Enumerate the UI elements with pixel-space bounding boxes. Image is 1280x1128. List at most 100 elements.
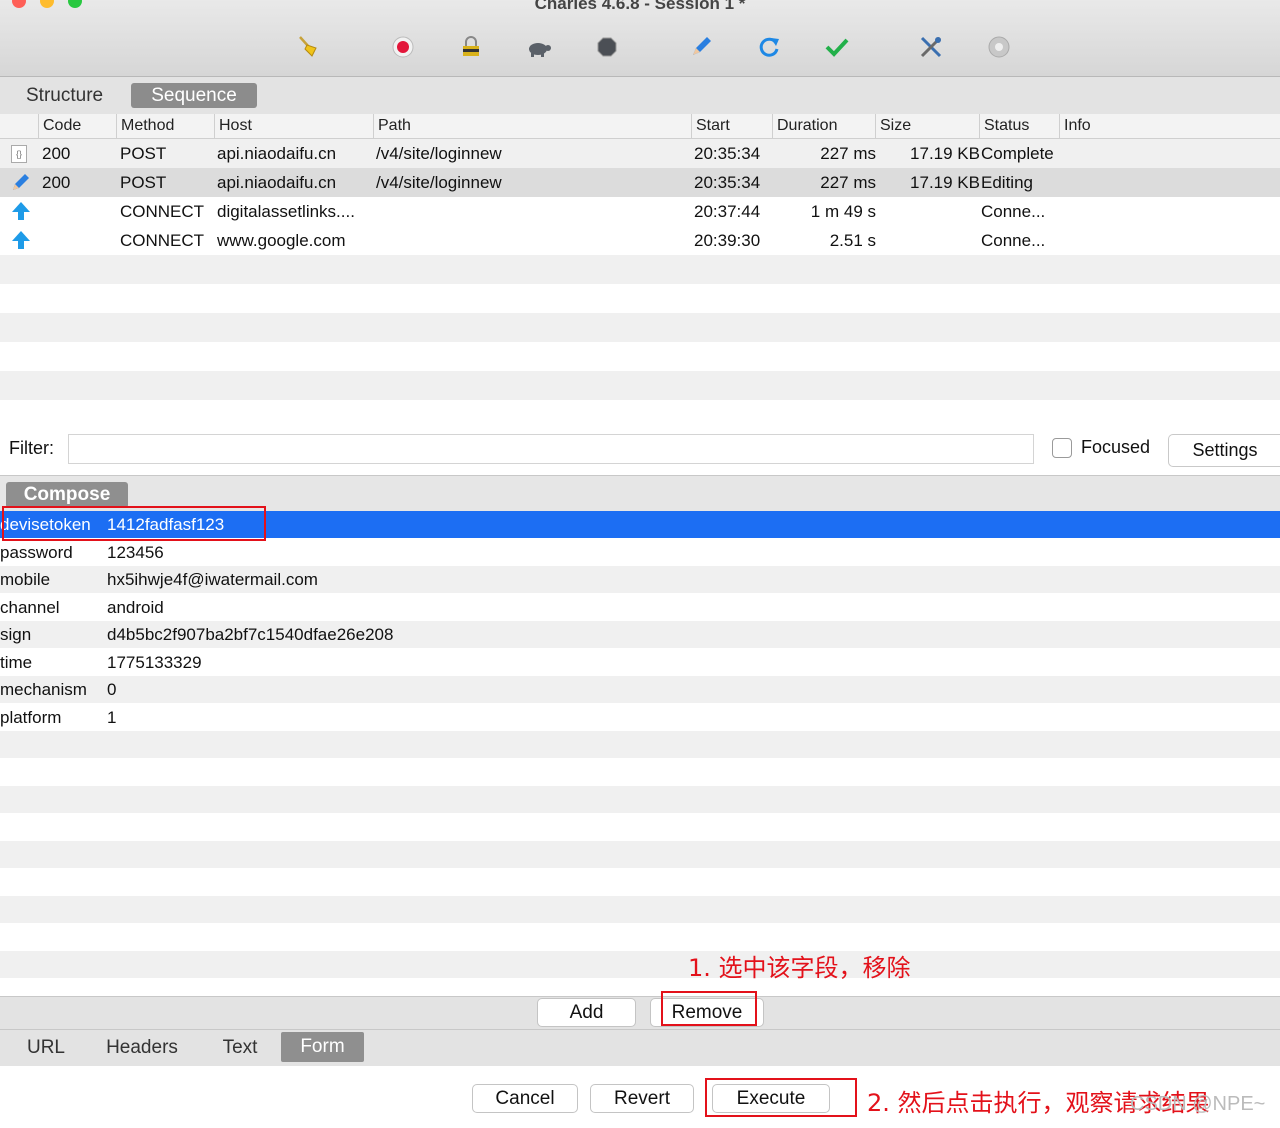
upload-arrow-icon (10, 200, 32, 227)
row-status: Conne... (981, 202, 1046, 221)
row-host: digitalassetlinks.... (217, 202, 355, 221)
column-header-info[interactable]: Info (1059, 114, 1264, 138)
throttle-icon[interactable] (526, 34, 552, 60)
field-name[interactable]: channel (0, 594, 60, 621)
upload-arrow-icon (10, 229, 32, 256)
row-start: 20:37:44 (694, 202, 761, 221)
empty-row (0, 255, 1280, 284)
row-path: /v4/site/loginnew (376, 173, 502, 192)
row-duration: 1 m 49 s (810, 202, 876, 221)
row-host: www.google.com (217, 231, 346, 250)
row-method: CONNECT (120, 231, 205, 250)
row-method: CONNECT (120, 202, 205, 221)
column-header-path[interactable]: Path (373, 114, 694, 138)
row-size: 17.19 KB (910, 144, 980, 163)
session-table-header: Code Method Host Path Start Duration Siz… (0, 114, 1280, 139)
row-path: /v4/site/loginnew (376, 144, 502, 163)
tools-icon[interactable] (918, 34, 944, 60)
field-name[interactable]: platform (0, 704, 61, 731)
empty-row (0, 371, 1280, 400)
row-host: api.niaodaifu.cn (217, 173, 337, 192)
row-host: api.niaodaifu.cn (217, 144, 337, 163)
field-name[interactable]: mechanism (0, 676, 87, 703)
session-row[interactable]: {} 200 POST api.niaodaifu.cn /v4/site/lo… (0, 139, 1280, 168)
form-field-row[interactable]: time 1775133329 (0, 649, 1280, 676)
empty-row (0, 896, 1280, 923)
row-code: 200 (42, 144, 71, 163)
settings-button[interactable]: Settings (1168, 434, 1280, 467)
annotation-step1: 1. 选中该字段，移除 (688, 954, 911, 982)
field-name[interactable]: sign (0, 621, 31, 648)
compose-edit-icon (10, 171, 32, 198)
session-row[interactable]: CONNECT digitalassetlinks.... 20:37:44 1… (0, 197, 1280, 226)
row-start: 20:39:30 (694, 231, 761, 250)
tab-url[interactable]: URL (18, 1030, 74, 1066)
column-header-method[interactable]: Method (116, 114, 217, 138)
column-header-code[interactable]: Code (38, 114, 119, 138)
filter-input[interactable] (68, 434, 1034, 464)
row-status: Conne... (981, 231, 1046, 250)
column-header-status[interactable]: Status (979, 114, 1061, 138)
settings-icon[interactable] (986, 34, 1012, 60)
field-name[interactable]: time (0, 649, 32, 676)
row-status: Editing (981, 173, 1033, 192)
row-size: 17.19 KB (910, 173, 980, 192)
empty-row (0, 313, 1280, 342)
watermark: CSDN @NPE~ (1130, 1093, 1266, 1115)
tab-text[interactable]: Text (214, 1030, 266, 1066)
empty-row (0, 731, 1280, 758)
form-field-row[interactable]: mobile hx5ihwje4f@iwatermail.com (0, 566, 1280, 593)
form-field-row[interactable]: platform 1 (0, 704, 1280, 731)
form-field-row[interactable]: channel android (0, 594, 1280, 621)
tab-headers[interactable]: Headers (102, 1030, 182, 1066)
tab-sequence[interactable]: Sequence (131, 83, 257, 108)
validate-icon[interactable] (824, 34, 850, 60)
repeat-icon[interactable] (756, 34, 782, 60)
breakpoints-icon[interactable] (594, 34, 620, 60)
empty-row (0, 786, 1280, 813)
row-status: Complete (981, 144, 1054, 163)
row-duration: 2.51 s (829, 231, 876, 250)
field-value[interactable]: 0 (107, 676, 116, 703)
json-file-icon: {} (11, 145, 27, 163)
row-start: 20:35:34 (694, 173, 761, 192)
field-value[interactable]: 123456 (107, 539, 164, 566)
ssl-proxying-icon[interactable] (458, 34, 484, 60)
row-duration: 227 ms (820, 173, 876, 192)
form-field-row[interactable]: mechanism 0 (0, 676, 1280, 703)
column-header-size[interactable]: Size (875, 114, 981, 138)
focused-checkbox[interactable] (1052, 438, 1072, 458)
empty-row (0, 951, 1280, 978)
session-row[interactable]: CONNECT www.google.com 20:39:30 2.51 s C… (0, 226, 1280, 255)
form-field-row[interactable]: password 123456 (0, 539, 1280, 566)
field-name[interactable]: mobile (0, 566, 50, 593)
annotation-highlight-remove (661, 991, 757, 1026)
request-view-tabs: URL Headers Text Form (0, 1029, 1280, 1066)
form-field-row[interactable]: sign d4b5bc2f907ba2bf7c1540dfae26e208 (0, 621, 1280, 648)
revert-button[interactable]: Revert (590, 1084, 694, 1113)
filter-label: Filter: (9, 438, 54, 458)
row-code: 200 (42, 173, 71, 192)
compose-icon[interactable] (688, 34, 714, 60)
row-method: POST (120, 144, 167, 163)
column-header-host[interactable]: Host (214, 114, 376, 138)
add-field-button[interactable]: Add (537, 998, 636, 1027)
record-icon[interactable] (390, 34, 416, 60)
tab-compose[interactable]: Compose (6, 482, 128, 508)
column-header-start[interactable]: Start (691, 114, 774, 138)
row-method: POST (120, 173, 167, 192)
tab-structure[interactable]: Structure (26, 83, 103, 108)
field-value[interactable]: 1775133329 (107, 649, 202, 676)
cancel-button[interactable]: Cancel (472, 1084, 578, 1113)
field-value[interactable]: 1 (107, 704, 116, 731)
session-row[interactable]: 200 POST api.niaodaifu.cn /v4/site/login… (0, 168, 1280, 197)
field-value[interactable]: hx5ihwje4f@iwatermail.com (107, 566, 318, 593)
view-tabs: Structure Sequence (0, 77, 1280, 114)
field-name[interactable]: password (0, 539, 73, 566)
tab-form[interactable]: Form (281, 1032, 364, 1062)
focused-label: Focused (1081, 437, 1151, 457)
field-value[interactable]: android (107, 594, 164, 621)
column-header-duration[interactable]: Duration (772, 114, 877, 138)
field-value[interactable]: d4b5bc2f907ba2bf7c1540dfae26e208 (107, 621, 393, 648)
broom-icon[interactable] (296, 34, 322, 60)
